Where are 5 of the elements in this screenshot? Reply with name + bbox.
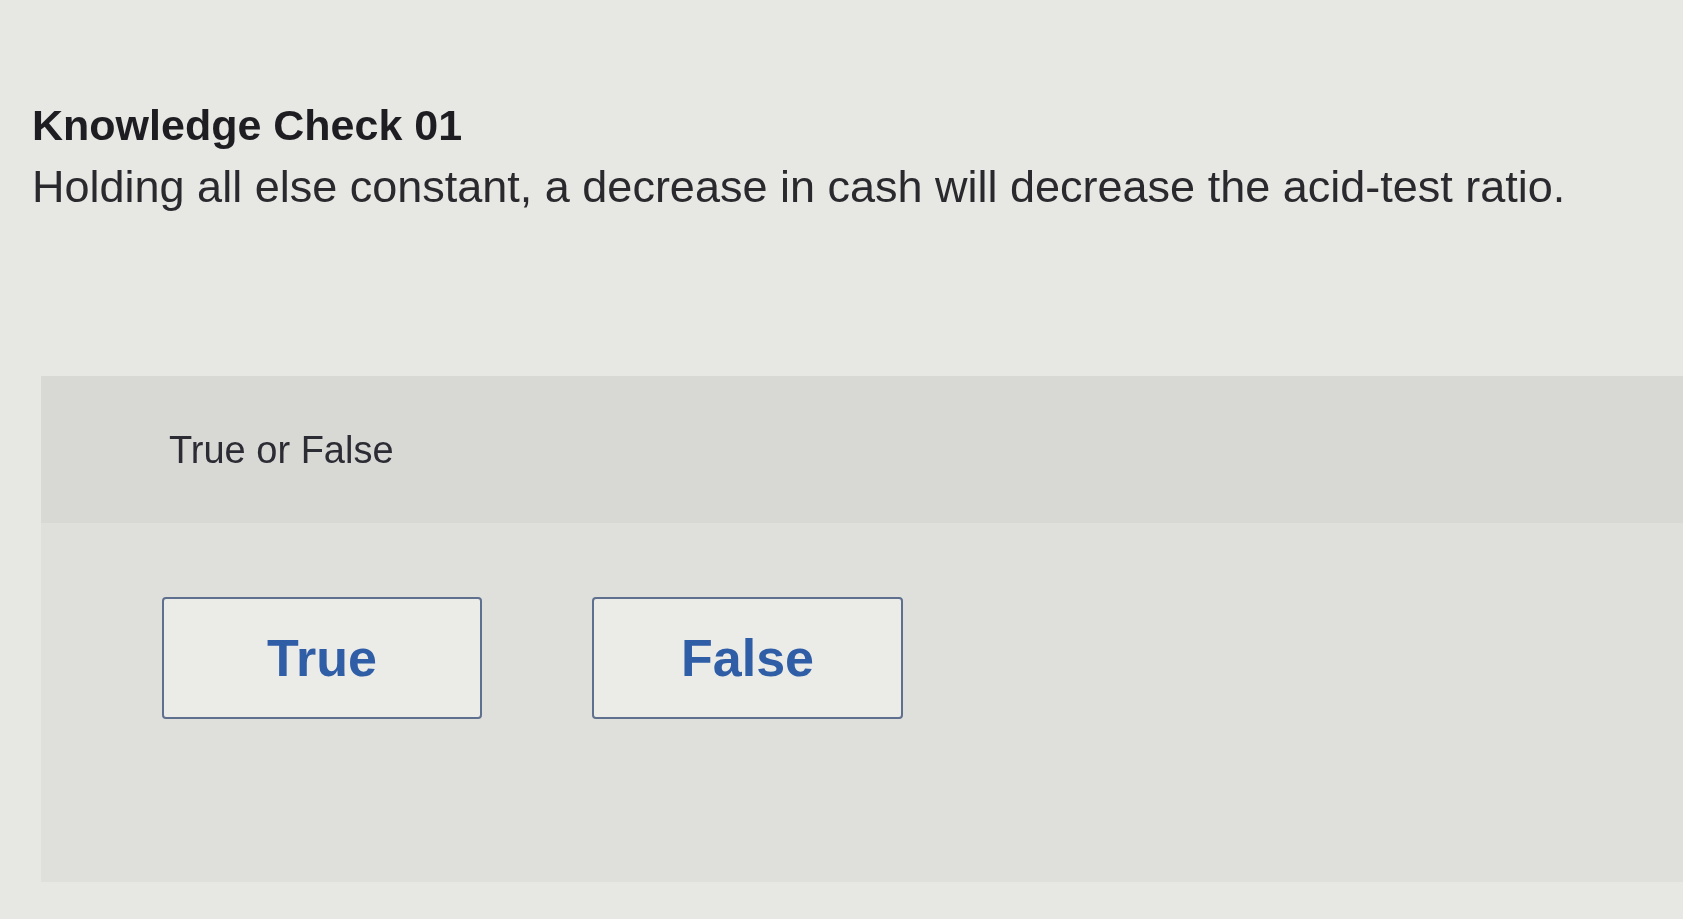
quiz-heading: Knowledge Check 01 xyxy=(32,100,463,150)
question-text: Holding all else constant, a decrease in cash will decrease the acid-test ratio. xyxy=(32,161,1566,213)
answer-button[interactable]: True xyxy=(162,597,482,719)
prompt-text: True or False xyxy=(169,427,394,472)
answer-button[interactable]: False xyxy=(592,597,903,719)
